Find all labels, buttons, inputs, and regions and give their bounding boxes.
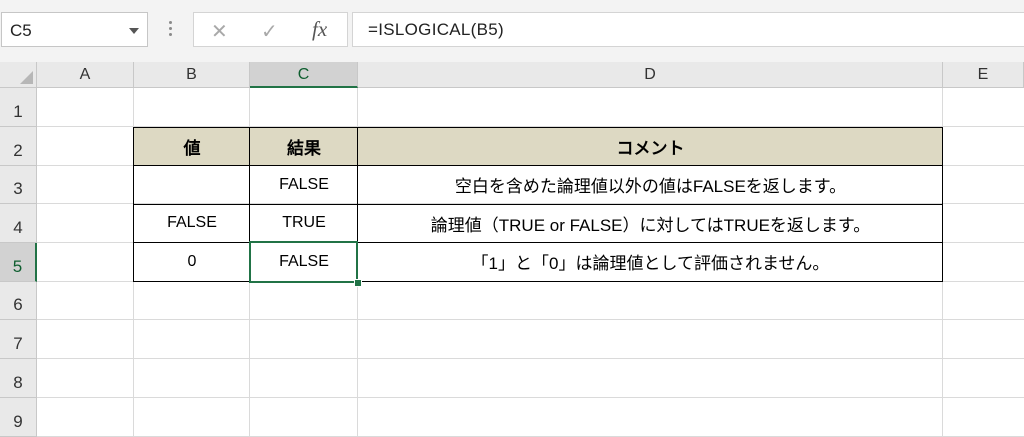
cell-b3[interactable]	[134, 165, 250, 204]
column-header-b[interactable]: B	[134, 62, 250, 88]
row-number: 1	[13, 102, 23, 121]
cell-b5[interactable]: 0	[134, 242, 250, 281]
enter-icon[interactable]: ✓	[261, 19, 278, 44]
formula-text: =ISLOGICAL(B5)	[368, 20, 504, 39]
column-header-a[interactable]: A	[37, 62, 134, 88]
gridline	[37, 397, 1024, 398]
row-number: 6	[13, 295, 23, 314]
name-box-value: C5	[10, 21, 32, 40]
row-number: 4	[13, 218, 23, 237]
cell-b4[interactable]: FALSE	[134, 204, 250, 242]
chevron-down-icon[interactable]	[129, 28, 139, 34]
select-all-button[interactable]	[0, 62, 37, 88]
insert-function-icon[interactable]: fx	[312, 17, 327, 42]
row-header-1[interactable]: 1	[0, 88, 37, 127]
cell-c2[interactable]: 結果	[250, 127, 358, 165]
table-border	[942, 127, 943, 282]
formula-input[interactable]: =ISLOGICAL(B5)	[352, 12, 1024, 47]
row-number: 5	[12, 257, 23, 276]
table-border	[133, 127, 134, 282]
row-header-9[interactable]: 9	[0, 398, 37, 437]
row-number: 7	[13, 334, 23, 353]
table-border	[249, 127, 250, 282]
column-header-e[interactable]: E	[943, 62, 1024, 88]
gridline	[37, 319, 1024, 320]
row-number: 3	[13, 179, 23, 198]
table-border	[133, 165, 943, 166]
column-header-c[interactable]: C	[250, 62, 358, 88]
cancel-icon[interactable]: ✕	[211, 19, 228, 44]
cell-d2[interactable]: コメント	[358, 127, 943, 165]
cell-b2[interactable]: 値	[134, 127, 250, 165]
row-header-2[interactable]: 2	[0, 127, 37, 166]
cell-d3[interactable]: 空白を含めた論理値以外の値はFALSEを返します。	[358, 165, 943, 204]
row-header-6[interactable]: 6	[0, 282, 37, 320]
cell-d5[interactable]: 「1」と「0」は論理値として評価されません。	[358, 242, 943, 281]
cell-c3[interactable]: FALSE	[250, 165, 358, 204]
table-border	[133, 204, 943, 205]
table-border	[133, 281, 943, 282]
row-number: 9	[13, 412, 23, 431]
row-number: 8	[13, 373, 23, 392]
table-border	[133, 127, 943, 128]
name-box[interactable]: C5	[1, 12, 148, 47]
grip-icon[interactable]	[169, 21, 172, 37]
cell-d4[interactable]: 論理値（TRUE or FALSE）に対してはTRUEを返します。	[358, 204, 943, 242]
table-border	[133, 242, 943, 243]
column-header-d[interactable]: D	[358, 62, 943, 88]
cell-c5[interactable]: FALSE	[250, 242, 358, 281]
row-number: 2	[13, 141, 23, 160]
row-header-7[interactable]: 7	[0, 320, 37, 359]
row-header-5[interactable]: 5	[0, 243, 37, 282]
formula-bar: C5 ✕ ✓ fx =ISLOGICAL(B5)	[0, 0, 1024, 62]
row-header-3[interactable]: 3	[0, 166, 37, 204]
row-header-4[interactable]: 4	[0, 204, 37, 243]
gridline	[37, 358, 1024, 359]
cell-c4[interactable]: TRUE	[250, 204, 358, 242]
row-header-8[interactable]: 8	[0, 359, 37, 398]
formula-buttons: ✕ ✓ fx	[193, 12, 348, 47]
table-border	[357, 127, 358, 282]
fill-handle[interactable]	[354, 279, 362, 287]
